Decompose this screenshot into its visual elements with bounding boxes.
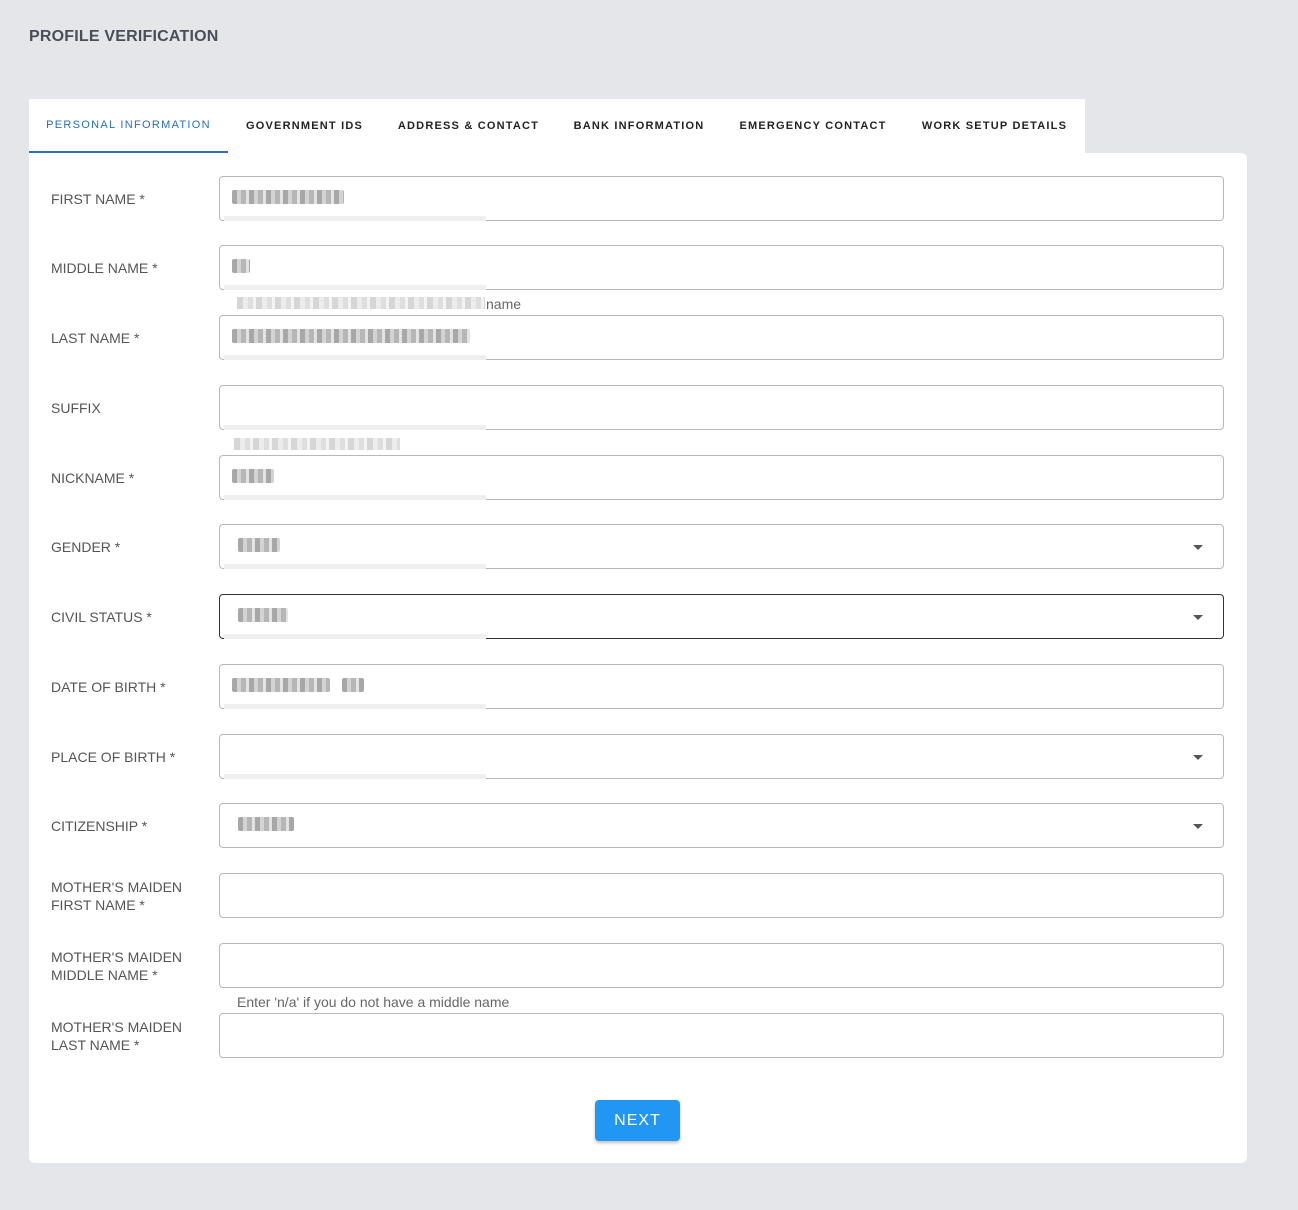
civil-status-value bbox=[238, 608, 288, 626]
place-of-birth-row: PLACE OF BIRTH * bbox=[29, 734, 1247, 780]
last-name-input[interactable] bbox=[219, 315, 1224, 360]
tab-bank-information[interactable]: BANK INFORMATION bbox=[556, 99, 722, 153]
mother-maiden-middle-name-hint: Enter 'n/a' if you do not have a middle … bbox=[237, 994, 510, 1010]
citizenship-label: CITIZENSHIP * bbox=[51, 818, 148, 834]
page-title: PROFILE VERIFICATION bbox=[29, 28, 219, 45]
mother-maiden-first-name-row: MOTHER'S MAIDEN FIRST NAME * bbox=[29, 873, 1247, 919]
gender-select[interactable] bbox=[219, 524, 1224, 569]
first-name-input[interactable] bbox=[219, 176, 1224, 221]
civil-status-row: CIVIL STATUS * bbox=[29, 594, 1247, 640]
redaction-strip bbox=[224, 285, 486, 290]
place-of-birth-select[interactable] bbox=[219, 734, 1224, 779]
first-name-label: FIRST NAME * bbox=[51, 191, 145, 207]
gender-row: GENDER * bbox=[29, 524, 1247, 570]
suffix-input[interactable] bbox=[219, 385, 1224, 430]
citizenship-row: CITIZENSHIP * bbox=[29, 803, 1247, 849]
last-name-value bbox=[232, 329, 470, 347]
form-card: FIRST NAME * MIDDLE NAME * name LAST NAM… bbox=[29, 153, 1247, 1163]
middle-name-input[interactable] bbox=[219, 245, 1224, 290]
chevron-down-icon bbox=[1193, 545, 1203, 550]
middle-name-hint: name bbox=[486, 296, 522, 312]
place-of-birth-label: PLACE OF BIRTH * bbox=[51, 749, 176, 765]
label-line: MIDDLE NAME * bbox=[51, 967, 158, 983]
chevron-down-icon bbox=[1193, 824, 1203, 829]
gender-value bbox=[238, 538, 280, 556]
mother-maiden-first-name-input[interactable] bbox=[219, 873, 1224, 918]
redaction-strip bbox=[224, 634, 486, 639]
tab-work-setup-details[interactable]: WORK SETUP DETAILS bbox=[904, 99, 1085, 153]
suffix-hint-redacted bbox=[234, 437, 400, 455]
redaction-strip bbox=[224, 355, 486, 360]
suffix-row: SUFFIX bbox=[29, 385, 1247, 431]
nickname-label: NICKNAME * bbox=[51, 470, 135, 486]
citizenship-select[interactable] bbox=[219, 803, 1224, 848]
first-name-row: FIRST NAME * bbox=[29, 176, 1247, 222]
middle-name-value bbox=[232, 259, 250, 277]
nickname-input[interactable] bbox=[219, 455, 1224, 500]
label-line: MOTHER'S MAIDEN bbox=[51, 1019, 183, 1035]
citizenship-value bbox=[238, 817, 294, 835]
date-of-birth-row: DATE OF BIRTH * bbox=[29, 664, 1247, 710]
chevron-down-icon bbox=[1193, 755, 1203, 760]
civil-status-label: CIVIL STATUS * bbox=[51, 609, 152, 625]
next-button[interactable]: NEXT bbox=[595, 1100, 680, 1141]
tab-personal-information[interactable]: PERSONAL INFORMATION bbox=[29, 99, 228, 153]
date-of-birth-value bbox=[232, 678, 364, 696]
tab-emergency-contact[interactable]: EMERGENCY CONTACT bbox=[722, 99, 904, 153]
suffix-label: SUFFIX bbox=[51, 400, 101, 416]
redaction-strip bbox=[224, 564, 486, 569]
mother-maiden-middle-name-input[interactable] bbox=[219, 943, 1224, 988]
redaction-strip bbox=[224, 704, 486, 709]
mother-maiden-last-name-label: MOTHER'S MAIDEN LAST NAME * bbox=[51, 1018, 201, 1054]
nickname-value bbox=[232, 469, 274, 487]
mother-maiden-last-name-row: MOTHER'S MAIDEN LAST NAME * bbox=[29, 1013, 1247, 1059]
tab-bar: PERSONAL INFORMATION GOVERNMENT IDS ADDR… bbox=[29, 99, 1085, 153]
nickname-row: NICKNAME * bbox=[29, 455, 1247, 501]
civil-status-select[interactable] bbox=[219, 594, 1224, 639]
date-of-birth-input[interactable] bbox=[219, 664, 1224, 709]
mother-maiden-middle-name-label: MOTHER'S MAIDEN MIDDLE NAME * bbox=[51, 948, 201, 984]
tab-government-ids[interactable]: GOVERNMENT IDS bbox=[228, 99, 381, 153]
label-line: FIRST NAME * bbox=[51, 897, 145, 913]
label-line: MOTHER'S MAIDEN bbox=[51, 879, 183, 895]
redaction-strip bbox=[224, 774, 486, 779]
mother-maiden-last-name-input[interactable] bbox=[219, 1013, 1224, 1058]
last-name-row: LAST NAME * bbox=[29, 315, 1247, 361]
redaction-strip bbox=[224, 216, 486, 221]
mother-maiden-first-name-label: MOTHER'S MAIDEN FIRST NAME * bbox=[51, 878, 201, 914]
chevron-down-icon bbox=[1193, 615, 1203, 620]
gender-label: GENDER * bbox=[51, 539, 121, 555]
label-line: MOTHER'S MAIDEN bbox=[51, 949, 183, 965]
redaction-strip bbox=[224, 495, 486, 500]
middle-name-label: MIDDLE NAME * bbox=[51, 260, 158, 276]
mother-maiden-middle-name-row: MOTHER'S MAIDEN MIDDLE NAME * bbox=[29, 943, 1247, 989]
middle-name-row: MIDDLE NAME * bbox=[29, 245, 1247, 291]
label-line: LAST NAME * bbox=[51, 1037, 140, 1053]
last-name-label: LAST NAME * bbox=[51, 330, 140, 346]
tab-address-contact[interactable]: ADDRESS & CONTACT bbox=[381, 99, 556, 153]
date-of-birth-label: DATE OF BIRTH * bbox=[51, 679, 166, 695]
middle-name-hint-redacted bbox=[237, 296, 487, 314]
first-name-value bbox=[232, 190, 344, 208]
redaction-strip bbox=[224, 425, 486, 430]
